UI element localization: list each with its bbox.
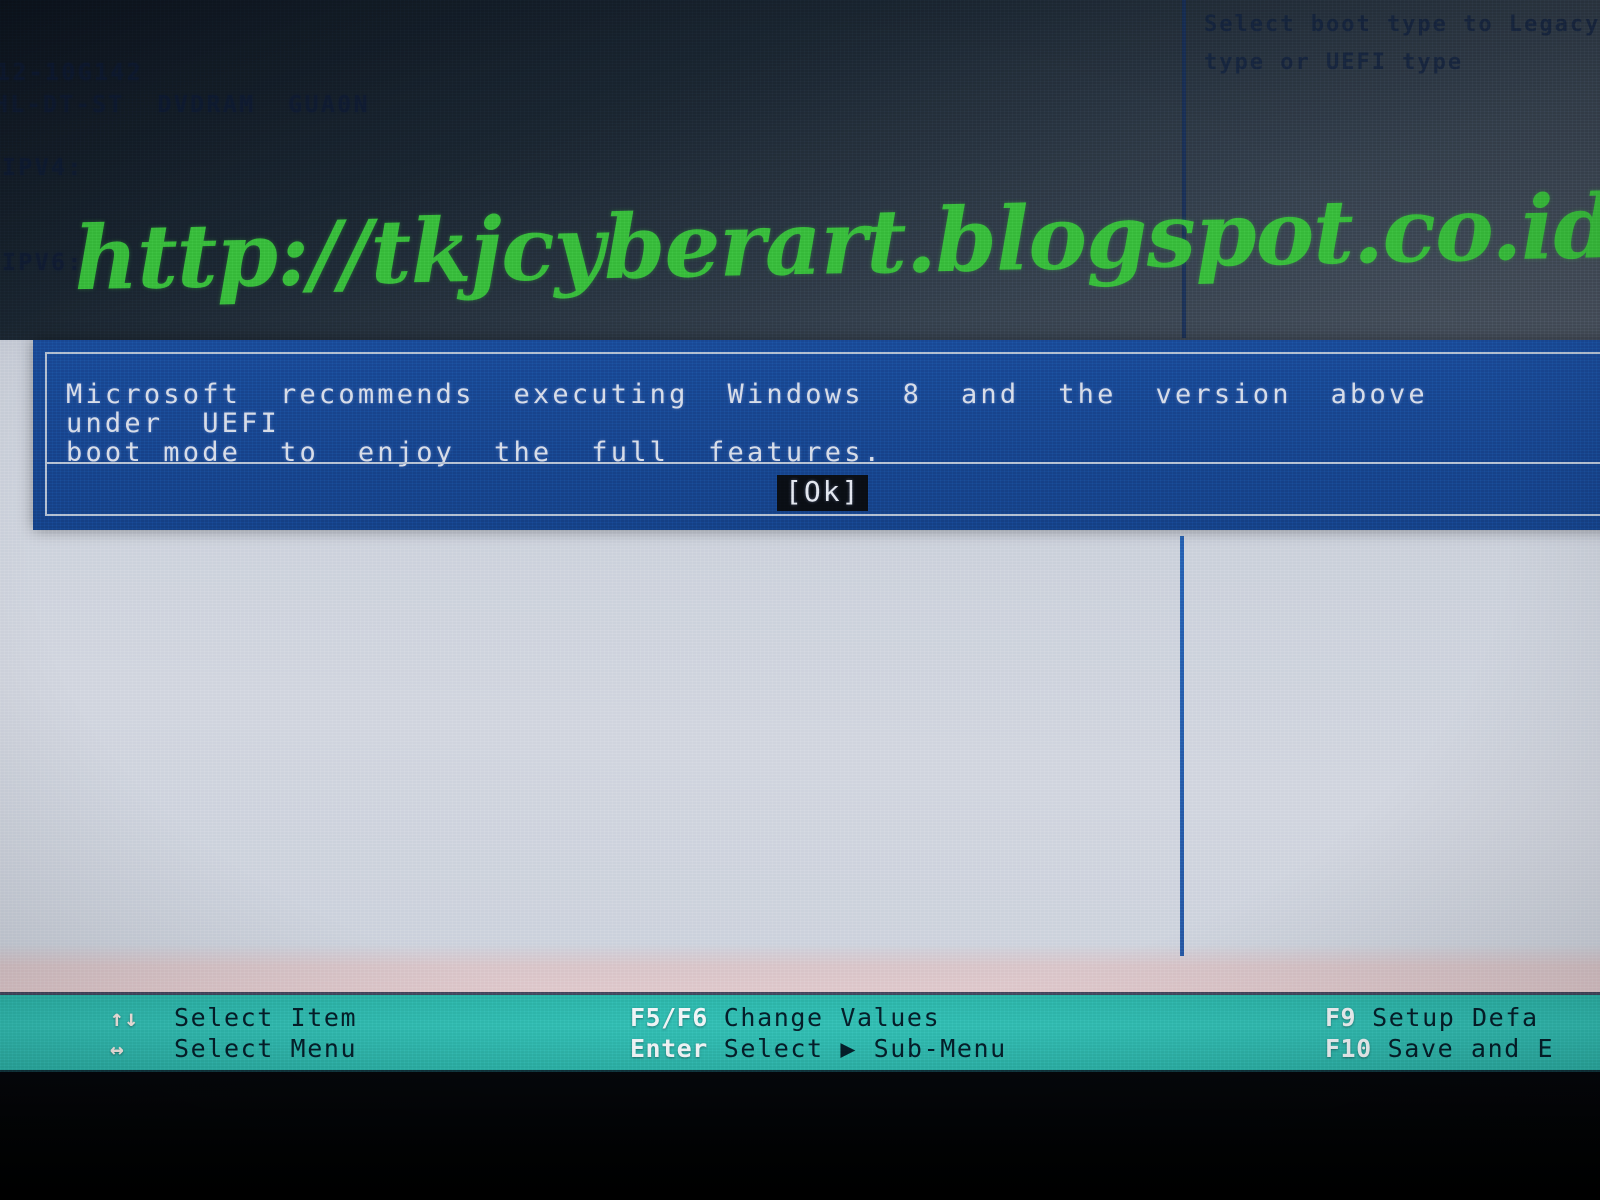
key-f10: F10 [1325,1034,1372,1063]
key-legend-bar: ↑↓ Select Item ↔ Select Menu F5/F6 Chang… [0,995,1600,1072]
body-column-divider [1180,536,1184,956]
key-legend-column-left: ↑↓ Select Item ↔ Select Menu [110,1003,357,1065]
key-legend-label: Save and E [1387,1034,1555,1063]
help-pane: Select boot type to Legacy type or UEFI … [1204,6,1600,82]
key-f9: F9 [1325,1003,1357,1032]
key-legend-row: ↑↓ Select Item [110,1003,357,1034]
key-legend-label: Select Item [174,1003,358,1032]
dialog-separator [45,462,1600,464]
monitor-panel: 12-10G142 HL-DT-ST DVDRAM GUA0N IPV4: IP… [0,0,1600,1072]
key-legend-column-middle: F5/F6 Change Values Enter Select ▶ Sub-M… [630,1003,1007,1065]
key-enter: Enter [630,1034,708,1063]
boot-device-id: 12-10G142 [0,60,144,86]
help-pane-divider [1182,0,1186,338]
photo-bloom-band [0,944,1600,994]
up-down-arrow-icon: ↑↓ [110,1006,139,1032]
key-legend-label: Setup Defa [1372,1003,1539,1032]
key-legend-label: Change Values [723,1003,941,1032]
key-legend-label: Select Menu [174,1034,358,1063]
key-legend-row: F10 Save and E [1325,1034,1554,1065]
key-legend-row: F5/F6 Change Values [630,1003,1007,1034]
key-legend-row: F9 Setup Defa [1325,1003,1554,1034]
ok-button[interactable]: [Ok] [777,475,869,511]
bios-setup-photo: 12-10G142 HL-DT-ST DVDRAM GUA0N IPV4: IP… [0,0,1600,1200]
key-legend-column-right: F9 Setup Defa F10 Save and E [1325,1003,1554,1065]
help-pane-line-2: type or UEFI type [1204,50,1464,75]
uefi-recommendation-dialog: Microsoft recommends executing Windows 8… [33,340,1600,530]
key-legend-row: Enter Select ▶ Sub-Menu [630,1034,1007,1065]
key-legend-label: Select ▶ Sub-Menu [723,1034,1007,1063]
left-right-arrow-icon: ↔ [110,1037,125,1063]
key-legend-row: ↔ Select Menu [110,1034,357,1065]
boot-device-ipv6-label: IPV6: [2,250,84,276]
boot-device-optical-drive: HL-DT-ST DVDRAM GUA0N [0,92,370,118]
dialog-message-text: Microsoft recommends executing Windows 8… [66,379,1428,468]
help-pane-line-1: Select boot type to Legacy [1204,12,1600,37]
boot-device-ipv4-label: IPV4: [2,155,84,181]
key-f5-f6: F5/F6 [630,1003,708,1032]
monitor-bezel [0,1072,1600,1200]
